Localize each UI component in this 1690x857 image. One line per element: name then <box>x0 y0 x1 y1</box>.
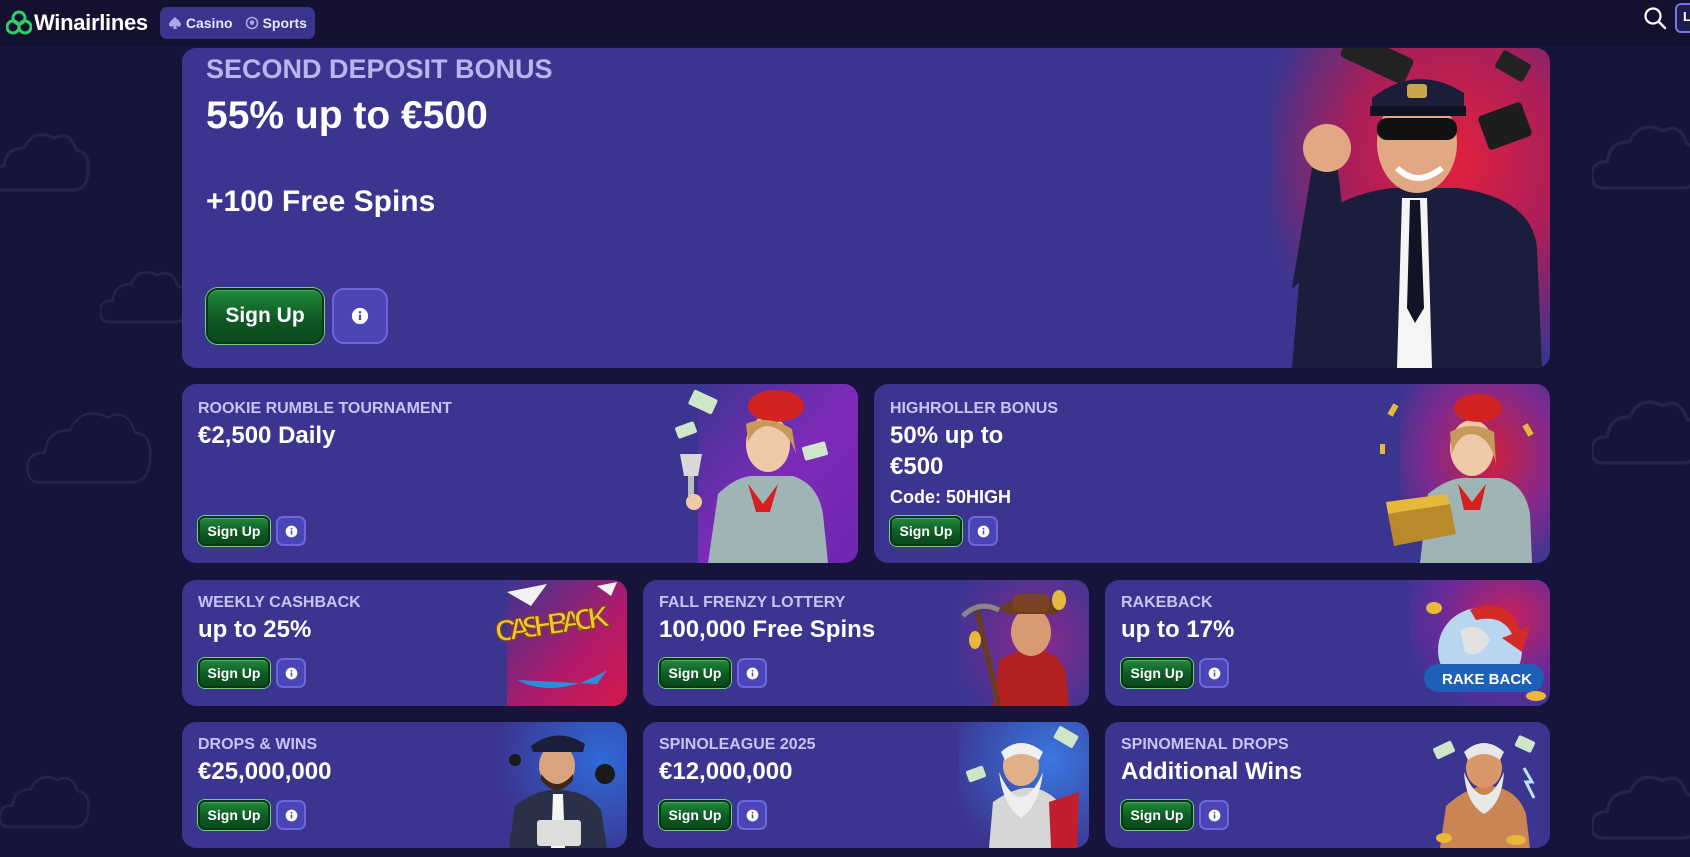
promo-headline: 50% up to €500 <box>890 422 1004 480</box>
info-icon <box>1208 667 1220 679</box>
promo-headline: €25,000,000 <box>198 758 332 785</box>
promo-card-rookie-rumble: ROOKIE RUMBLE TOURNAMENT €2,500 Daily Si… <box>182 384 858 563</box>
promo-card-drops-wins: DROPS & WINS €25,000,000 Sign Up <box>182 722 627 848</box>
promo-card-rakeback: RAKEBACK up to 17% Sign Up RAKE BACK <box>1105 580 1550 706</box>
top-bar: Winairlines Casino Sports L <box>0 0 1690 46</box>
ball-icon <box>245 16 258 30</box>
clover-logo-icon <box>6 10 32 35</box>
cloud-decoration <box>1592 125 1690 190</box>
promo-code: Code: 50HIGH <box>890 487 1012 507</box>
promo-signup-button[interactable]: Sign Up <box>198 800 270 830</box>
zeus-coins-illustration <box>1420 722 1550 848</box>
cowboy-miner-illustration <box>959 580 1089 706</box>
promo-headline: €12,000,000 <box>659 758 793 785</box>
promo-kicker: HIGHROLLER BONUS <box>890 400 1058 417</box>
search-icon[interactable] <box>1642 5 1668 31</box>
cloud-decoration <box>0 775 90 829</box>
nav-sports[interactable]: Sports <box>245 15 307 31</box>
promo-card-spinoleague: SPINOLEAGUE 2025 €12,000,000 Sign Up <box>643 722 1089 848</box>
brand-logo[interactable]: Winairlines <box>6 8 148 38</box>
info-icon <box>1208 809 1220 821</box>
rakeback-badge-text: RAKE BACK <box>1442 671 1532 688</box>
promo-kicker: SPINOMENAL DROPS <box>1121 736 1289 753</box>
promo-card-highroller: HIGHROLLER BONUS 50% up to €500 Code: 50… <box>874 384 1550 563</box>
promo-card-fall-frenzy: FALL FRENZY LOTTERY 100,000 Free Spins S… <box>643 580 1089 706</box>
nav-casino[interactable]: Casino <box>168 15 233 31</box>
info-icon <box>285 667 297 679</box>
hero-info-button[interactable] <box>332 288 388 344</box>
spade-icon <box>168 17 181 29</box>
promo-kicker: WEEKLY CASHBACK <box>198 594 361 611</box>
promo-headline: €2,500 Daily <box>198 422 336 449</box>
promo-info-button[interactable] <box>276 800 306 830</box>
cashback-badge-illustration: CASH BACK <box>493 580 627 706</box>
promo-signup-button[interactable]: Sign Up <box>659 658 731 688</box>
info-icon <box>351 307 369 325</box>
login-button[interactable]: L <box>1675 3 1690 33</box>
info-icon <box>977 525 989 537</box>
promo-kicker: SPINOLEAGUE 2025 <box>659 736 816 753</box>
pilot-illustration <box>1272 48 1550 368</box>
promo-kicker: ROOKIE RUMBLE TOURNAMENT <box>198 400 452 417</box>
promo-info-button[interactable] <box>1199 800 1229 830</box>
promo-kicker: RAKEBACK <box>1121 594 1213 611</box>
promo-info-button[interactable] <box>737 658 767 688</box>
promo-signup-button[interactable]: Sign Up <box>659 800 731 830</box>
promo-kicker: FALL FRENZY LOTTERY <box>659 594 846 611</box>
promo-headline: up to 17% <box>1121 616 1235 643</box>
promo-card-weekly-cashback: WEEKLY CASHBACK up to 25% Sign Up CASH B… <box>182 580 627 706</box>
promo-info-button[interactable] <box>737 800 767 830</box>
info-icon <box>746 809 758 821</box>
cloud-decoration <box>100 270 190 324</box>
hero-headline: 55% up to €500 <box>206 94 488 137</box>
main-nav: Casino Sports <box>159 7 315 39</box>
hero-signup-button[interactable]: Sign Up <box>206 288 324 344</box>
promo-headline: 100,000 Free Spins <box>659 616 876 643</box>
promo-signup-button[interactable]: Sign Up <box>890 516 962 546</box>
stewardess-gold-illustration <box>1380 384 1550 563</box>
zeus-illustration <box>959 722 1089 848</box>
pilot-slot-illustration <box>497 722 627 848</box>
promo-signup-button[interactable]: Sign Up <box>1121 800 1193 830</box>
brand-name: Winairlines <box>34 10 148 35</box>
promo-info-button[interactable] <box>1199 658 1229 688</box>
hero-kicker: SECOND DEPOSIT BONUS <box>206 54 553 84</box>
promo-kicker: DROPS & WINS <box>198 736 318 753</box>
cloud-decoration <box>1592 775 1690 840</box>
cloud-decoration <box>26 412 152 484</box>
info-icon <box>746 667 758 679</box>
promo-headline: Additional Wins <box>1121 758 1303 785</box>
promo-info-button[interactable] <box>276 516 306 546</box>
info-icon <box>285 809 297 821</box>
promo-headline: up to 25% <box>198 616 312 643</box>
hero-subheadline: +100 Free Spins <box>206 185 436 218</box>
cloud-decoration <box>1592 400 1690 465</box>
hero-promo-card: SECOND DEPOSIT BONUS 55% up to €500 +100… <box>182 48 1550 368</box>
rakeback-globe-illustration: RAKE BACK <box>1410 580 1550 706</box>
stewardess-trophy-illustration <box>675 384 858 563</box>
promo-card-spinomenal-drops: SPINOMENAL DROPS Additional Wins Sign Up <box>1105 722 1550 848</box>
promo-info-button[interactable] <box>968 516 998 546</box>
nav-sports-label: Sports <box>262 15 307 31</box>
info-icon <box>285 525 297 537</box>
promo-signup-button[interactable]: Sign Up <box>198 516 270 546</box>
promo-signup-button[interactable]: Sign Up <box>198 658 270 688</box>
cloud-decoration <box>0 133 90 192</box>
promo-signup-button[interactable]: Sign Up <box>1121 658 1193 688</box>
promo-info-button[interactable] <box>276 658 306 688</box>
nav-casino-label: Casino <box>185 15 233 31</box>
